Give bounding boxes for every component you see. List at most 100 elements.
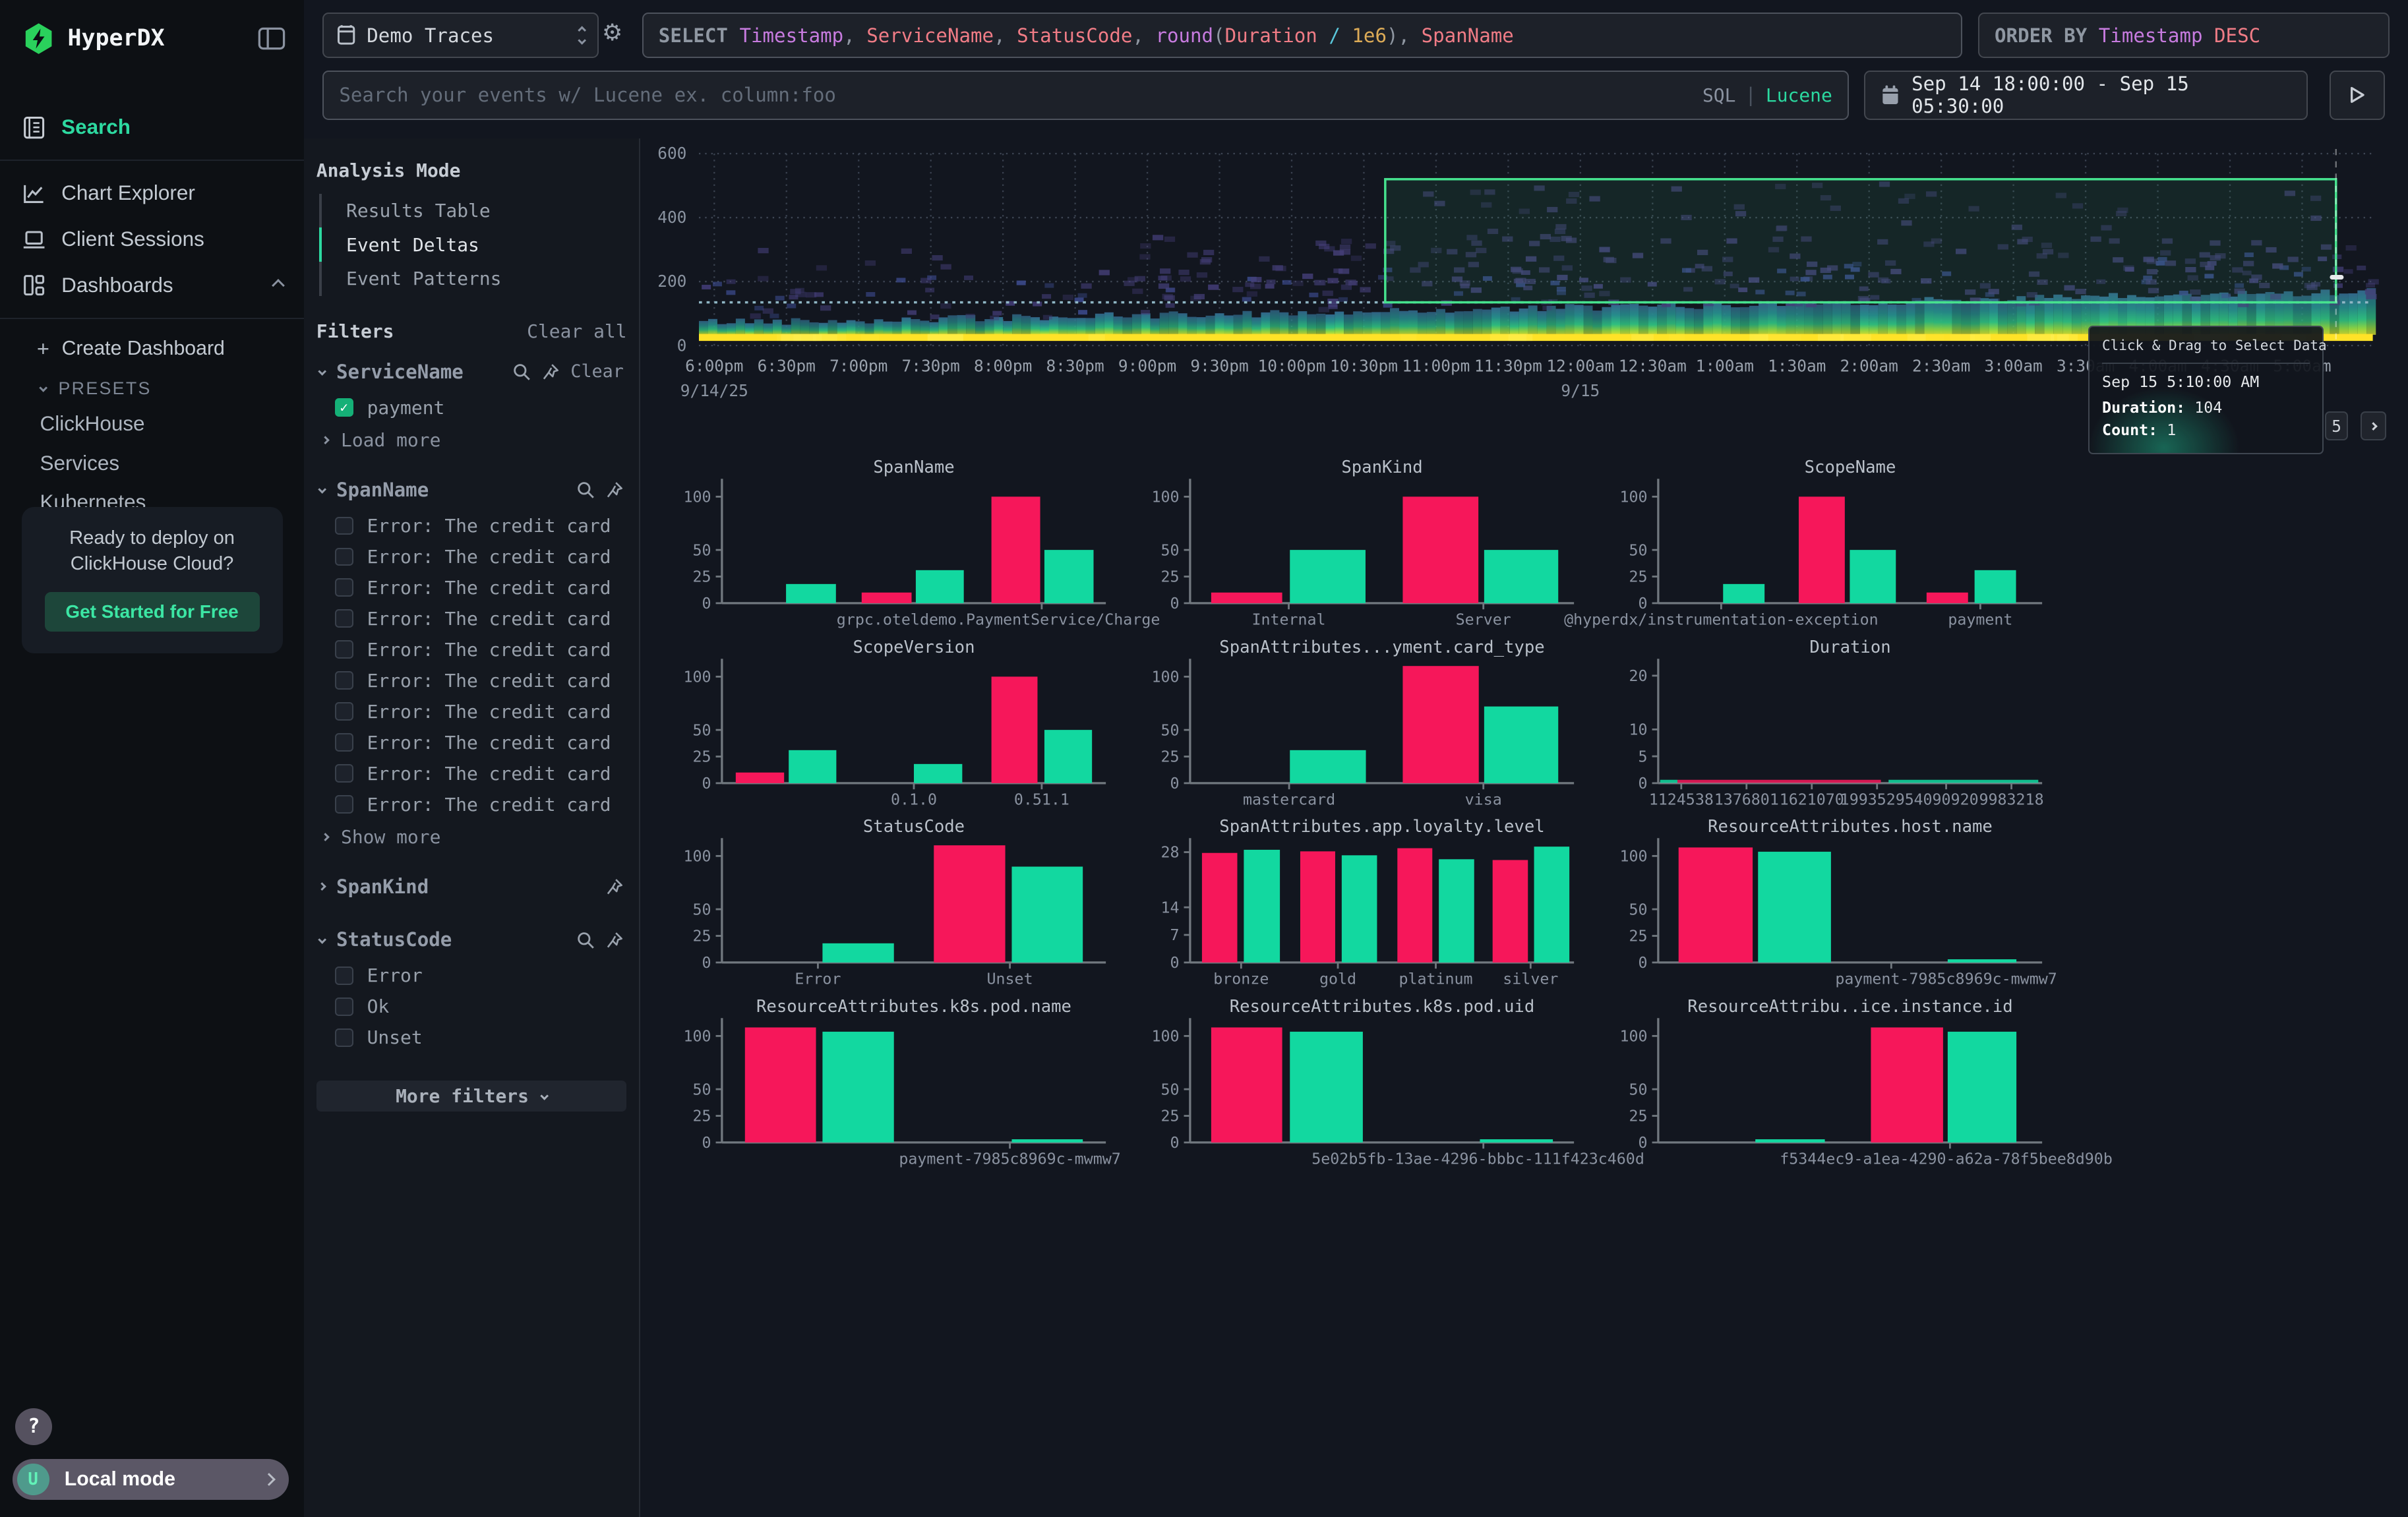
delta-bar[interactable] [1403, 666, 1479, 783]
next-page-button[interactable] [2361, 411, 2387, 440]
mode-lucene[interactable]: Lucene [1766, 84, 1832, 106]
chart-svg[interactable]: ResourceAttributes.k8s.pod.name02550100p… [676, 994, 1106, 1173]
delta-bar[interactable] [1044, 730, 1092, 783]
delta-bar[interactable] [1211, 593, 1282, 603]
analysis-mode-event-deltas[interactable]: Event Deltas [319, 227, 627, 262]
delta-bar[interactable] [934, 846, 1005, 963]
delta-bar[interactable] [1244, 850, 1280, 963]
presets-header[interactable]: PRESETS [0, 369, 304, 405]
chart-svg[interactable]: ResourceAttributes.k8s.pod.uid025501005e… [1144, 994, 1574, 1173]
delta-bar[interactable] [1484, 550, 1558, 604]
chart-svg[interactable]: StatusCode02550100ErrorUnset [676, 814, 1106, 993]
sidebar-item-client-sessions[interactable]: Client Sessions [0, 216, 304, 262]
filter-option[interactable]: Error: The credit card (… [316, 789, 627, 820]
delta-bar[interactable] [1211, 1027, 1282, 1142]
delta-bar[interactable] [1799, 497, 1845, 604]
checkbox[interactable] [335, 967, 353, 985]
chart-svg[interactable]: ScopeName02550100@hyperdx/instrumentatio… [1612, 454, 2042, 634]
checkbox[interactable]: ✓ [335, 398, 353, 417]
chevron-down-icon[interactable] [318, 936, 326, 944]
load-more-button[interactable]: Load more [316, 423, 627, 458]
checkbox[interactable] [335, 640, 353, 659]
delta-bar[interactable] [822, 943, 893, 963]
delta-bar[interactable] [1679, 848, 1753, 963]
delta-bar[interactable] [914, 764, 962, 783]
checkbox[interactable] [335, 795, 353, 814]
checkbox[interactable] [335, 609, 353, 628]
sidebar-item-chart-explorer[interactable]: Chart Explorer [0, 170, 304, 216]
delta-bar[interactable] [1484, 706, 1558, 783]
time-range-picker[interactable]: Sep 14 18:00:00 - Sep 15 05:30:00 [1864, 71, 2308, 120]
chart-svg[interactable]: Duration05102011245381376801162107019935… [1612, 634, 2042, 814]
create-dashboard-button[interactable]: + Create Dashboard [0, 328, 304, 369]
page-5-button[interactable]: 5 [2325, 411, 2348, 440]
delta-bar[interactable] [1975, 570, 2016, 603]
collapse-sidebar-icon[interactable] [258, 27, 286, 50]
chart-svg[interactable]: ResourceAttribu..ice.instance.id02550100… [1612, 994, 2042, 1173]
source-select[interactable]: Demo Traces [322, 13, 599, 59]
delta-bar[interactable] [1300, 852, 1335, 963]
delta-bar[interactable] [1948, 959, 2016, 963]
chart-svg[interactable]: ScopeVersion025501000.1.00.51.1 [676, 634, 1106, 814]
get-started-button[interactable]: Get Started for Free [45, 592, 260, 632]
delta-bar[interactable] [1439, 860, 1474, 963]
more-filters-button[interactable]: More filters [316, 1081, 626, 1112]
sidebar-item-services[interactable]: Services [0, 444, 304, 483]
checkbox[interactable] [335, 733, 353, 752]
chart-svg[interactable]: SpanAttributes...yment.card_type02550100… [1144, 634, 1574, 814]
chevron-right-icon[interactable] [318, 882, 326, 891]
mode-sql[interactable]: SQL [1702, 84, 1735, 106]
pin-icon[interactable] [605, 931, 624, 949]
delta-bar[interactable] [862, 593, 912, 603]
chevron-down-icon[interactable] [318, 367, 326, 376]
filter-option[interactable]: Error: The credit card (… [316, 696, 627, 727]
delta-bar[interactable] [1342, 856, 1377, 963]
delta-bar[interactable] [1290, 1032, 1363, 1143]
checkbox[interactable] [335, 548, 353, 566]
delta-bar[interactable] [991, 497, 1040, 604]
search-icon[interactable] [576, 931, 595, 949]
clear-filter-button[interactable]: Clear [570, 361, 624, 382]
show-more-button[interactable]: Show more [316, 820, 627, 854]
filter-group-name[interactable]: ServiceName [336, 361, 464, 383]
filter-option[interactable]: Ok [316, 991, 627, 1022]
delta-bar[interactable] [1927, 593, 1968, 603]
checkbox[interactable] [335, 702, 353, 721]
sidebar-item-clickhouse[interactable]: ClickHouse [0, 405, 304, 444]
delta-bar[interactable] [1480, 1139, 1553, 1143]
filter-option[interactable]: Error: The credit card (… [316, 758, 627, 789]
delta-bar[interactable] [1397, 848, 1432, 963]
checkbox[interactable] [335, 764, 353, 783]
delta-bar[interactable] [1493, 860, 1528, 963]
pin-icon[interactable] [541, 363, 560, 381]
checkbox[interactable] [335, 997, 353, 1016]
delta-bar[interactable] [1290, 550, 1366, 604]
delta-bar[interactable] [786, 584, 836, 603]
clear-all-button[interactable]: Clear all [527, 320, 626, 342]
select-clause-input[interactable]: SELECT Timestamp, ServiceName, StatusCod… [642, 13, 1963, 59]
delta-bar[interactable] [1871, 1027, 1943, 1142]
chart-svg[interactable]: SpanAttributes.app.loyalty.level071428br… [1144, 814, 1574, 993]
search-icon[interactable] [576, 481, 595, 499]
filter-option[interactable]: Error: The credit card (… [316, 572, 627, 603]
chart-svg[interactable]: SpanName02550100grpc.oteldemo.PaymentSer… [676, 454, 1106, 634]
filter-group-name[interactable]: StatusCode [336, 928, 452, 951]
checkbox[interactable] [335, 517, 353, 535]
delta-bar[interactable] [736, 773, 784, 783]
filter-option[interactable]: Unset [316, 1022, 627, 1053]
filter-option[interactable]: Error: The credit card (… [316, 665, 627, 696]
delta-bar[interactable] [916, 570, 964, 603]
filter-option[interactable]: Error: The credit card (… [316, 603, 627, 634]
delta-bar[interactable] [1011, 1139, 1083, 1143]
filter-option[interactable]: Error: The credit card (… [316, 634, 627, 665]
filter-group-name[interactable]: SpanName [336, 479, 429, 501]
run-query-button[interactable] [2330, 71, 2385, 120]
delta-bar[interactable] [1724, 584, 1765, 603]
filter-option[interactable]: Error: The credit card (… [316, 541, 627, 572]
chart-svg[interactable]: ResourceAttributes.host.name02550100paym… [1612, 814, 2042, 993]
search-input[interactable] [339, 84, 1702, 106]
delta-bar[interactable] [1011, 867, 1083, 963]
account-menu[interactable]: U Local mode [13, 1459, 289, 1501]
filter-option[interactable]: Error: The credit card (… [316, 510, 627, 541]
delta-bar[interactable] [991, 676, 1037, 783]
